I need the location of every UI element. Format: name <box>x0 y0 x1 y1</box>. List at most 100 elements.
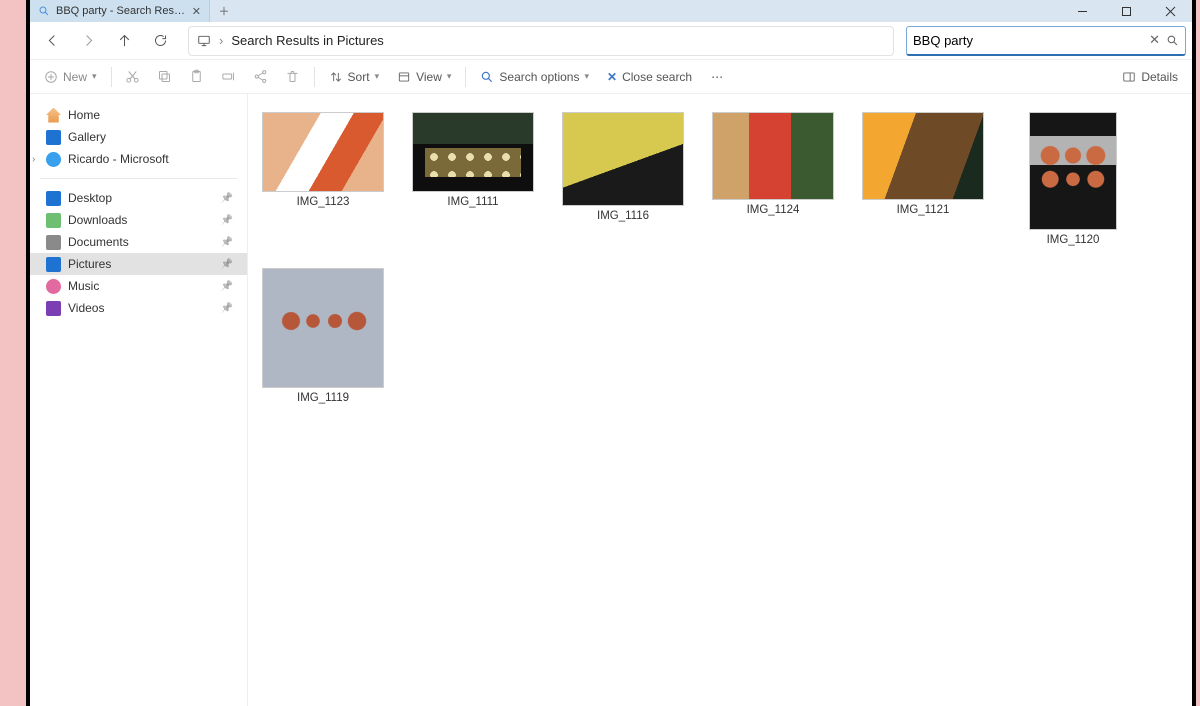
file-name: IMG_1111 <box>447 196 498 208</box>
thumbnail <box>262 112 384 192</box>
address-label: Search Results in Pictures <box>231 33 383 48</box>
sidebar-item-label: Documents <box>68 235 129 249</box>
thumbnail <box>262 268 384 388</box>
file-name: IMG_1120 <box>1047 234 1100 246</box>
close-search-button[interactable]: ✕ Close search <box>599 63 700 91</box>
result-item[interactable]: IMG_1123 <box>262 112 384 246</box>
monitor-icon <box>197 34 211 48</box>
search-box[interactable]: ✕ <box>906 26 1186 56</box>
up-button[interactable] <box>108 27 140 55</box>
results-grid: IMG_1123 IMG_1111 IMG_1116 IMG_1124 IMG_1121… <box>248 94 1192 706</box>
chevron-right-icon: › <box>219 33 223 48</box>
sidebar-item-label: Gallery <box>68 130 106 144</box>
sort-label: Sort <box>348 70 370 84</box>
sidebar-item-desktop[interactable]: Desktop📌 <box>30 187 247 209</box>
videos-icon <box>46 301 61 316</box>
forward-button[interactable] <box>72 27 104 55</box>
more-button[interactable]: ⋯ <box>702 63 732 91</box>
downloads-icon <box>46 213 61 228</box>
thumbnail <box>1029 112 1117 230</box>
result-item[interactable]: IMG_1120 <box>1012 112 1134 246</box>
sidebar-item-label: Pictures <box>68 257 111 271</box>
result-item[interactable]: IMG_1124 <box>712 112 834 246</box>
new-label: New <box>63 70 87 84</box>
paste-button[interactable] <box>182 63 212 91</box>
view-label: View <box>416 70 442 84</box>
clear-search-icon[interactable]: ✕ <box>1149 32 1160 48</box>
music-icon <box>46 279 61 294</box>
refresh-button[interactable] <box>144 27 176 55</box>
share-button[interactable] <box>246 63 276 91</box>
sidebar-item-gallery[interactable]: Gallery <box>30 126 247 148</box>
pictures-icon <box>46 257 61 272</box>
sort-button[interactable]: Sort ▾ <box>321 63 388 91</box>
desktop-icon <box>46 191 61 206</box>
file-name: IMG_1121 <box>897 204 950 216</box>
result-item[interactable]: IMG_1116 <box>562 112 684 246</box>
details-label: Details <box>1141 70 1178 84</box>
pin-icon: 📌 <box>221 215 233 226</box>
tab-title: BBQ party - Search Results in Pictures <box>56 5 186 17</box>
sidebar-item-cloud[interactable]: ›Ricardo - Microsoft <box>30 148 247 170</box>
result-item[interactable]: IMG_1111 <box>412 112 534 246</box>
details-pane-button[interactable]: Details <box>1114 63 1186 91</box>
copy-button[interactable] <box>150 63 180 91</box>
titlebar: BBQ party - Search Results in Pictures ✕… <box>30 0 1192 22</box>
home-icon <box>46 108 61 123</box>
close-search-label: Close search <box>622 70 692 84</box>
search-icon[interactable] <box>1166 34 1179 47</box>
search-options-button[interactable]: Search options ▾ <box>472 63 597 91</box>
pin-icon: 📌 <box>221 281 233 292</box>
thumbnail <box>562 112 684 206</box>
file-name: IMG_1124 <box>747 204 800 216</box>
file-name: IMG_1116 <box>597 210 649 222</box>
view-button[interactable]: View ▾ <box>389 63 459 91</box>
pin-icon: 📌 <box>221 259 233 270</box>
back-button[interactable] <box>36 27 68 55</box>
search-input[interactable] <box>913 33 1143 48</box>
thumbnail <box>712 112 834 200</box>
toolbar: New ▾ Sort ▾ View ▾ <box>30 60 1192 94</box>
sidebar-item-label: Music <box>68 279 99 293</box>
sidebar-item-documents[interactable]: Documents 📌 <box>30 231 247 253</box>
sidebar: HomeGallery›Ricardo - Microsoft Desktop📌… <box>30 94 248 706</box>
close-icon: ✕ <box>607 70 617 84</box>
thumbnail <box>862 112 984 200</box>
file-name: IMG_1119 <box>297 392 349 404</box>
sidebar-item-pictures[interactable]: Pictures 📌 <box>30 253 247 275</box>
gallery-icon <box>46 130 61 145</box>
cut-button[interactable] <box>118 63 148 91</box>
file-name: IMG_1123 <box>297 196 350 208</box>
result-item[interactable]: IMG_1119 <box>262 268 384 404</box>
new-tab-button[interactable]: ＋ <box>210 0 238 22</box>
maximize-button[interactable] <box>1104 0 1148 22</box>
sidebar-item-music[interactable]: Music 📌 <box>30 275 247 297</box>
address-bar[interactable]: › Search Results in Pictures <box>188 26 894 56</box>
search-options-label: Search options <box>499 70 579 84</box>
close-tab-icon[interactable]: ✕ <box>192 5 201 18</box>
sidebar-item-videos[interactable]: Videos 📌 <box>30 297 247 319</box>
pin-icon: 📌 <box>221 303 233 314</box>
sidebar-item-label: Videos <box>68 301 104 315</box>
minimize-button[interactable] <box>1060 0 1104 22</box>
chevron-down-icon: ▾ <box>447 71 452 82</box>
sidebar-item-label: Home <box>68 108 100 122</box>
sidebar-divider <box>40 178 237 179</box>
result-item[interactable]: IMG_1121 <box>862 112 984 246</box>
window-tab[interactable]: BBQ party - Search Results in Pictures ✕ <box>30 0 210 22</box>
chevron-down-icon: ▾ <box>375 71 380 82</box>
new-button[interactable]: New ▾ <box>36 63 105 91</box>
pin-icon: 📌 <box>221 237 233 248</box>
delete-button[interactable] <box>278 63 308 91</box>
sidebar-item-label: Desktop <box>68 191 112 205</box>
sidebar-item-downloads[interactable]: Downloads 📌 <box>30 209 247 231</box>
sidebar-item-home[interactable]: Home <box>30 104 247 126</box>
expand-icon[interactable]: › <box>32 154 35 165</box>
rename-button[interactable] <box>214 63 244 91</box>
close-window-button[interactable] <box>1148 0 1192 22</box>
chevron-down-icon: ▾ <box>92 71 97 82</box>
navbar: › Search Results in Pictures ✕ <box>30 22 1192 60</box>
sidebar-item-label: Downloads <box>68 213 127 227</box>
cloud-icon <box>46 152 61 167</box>
chevron-down-icon: ▾ <box>584 71 589 82</box>
